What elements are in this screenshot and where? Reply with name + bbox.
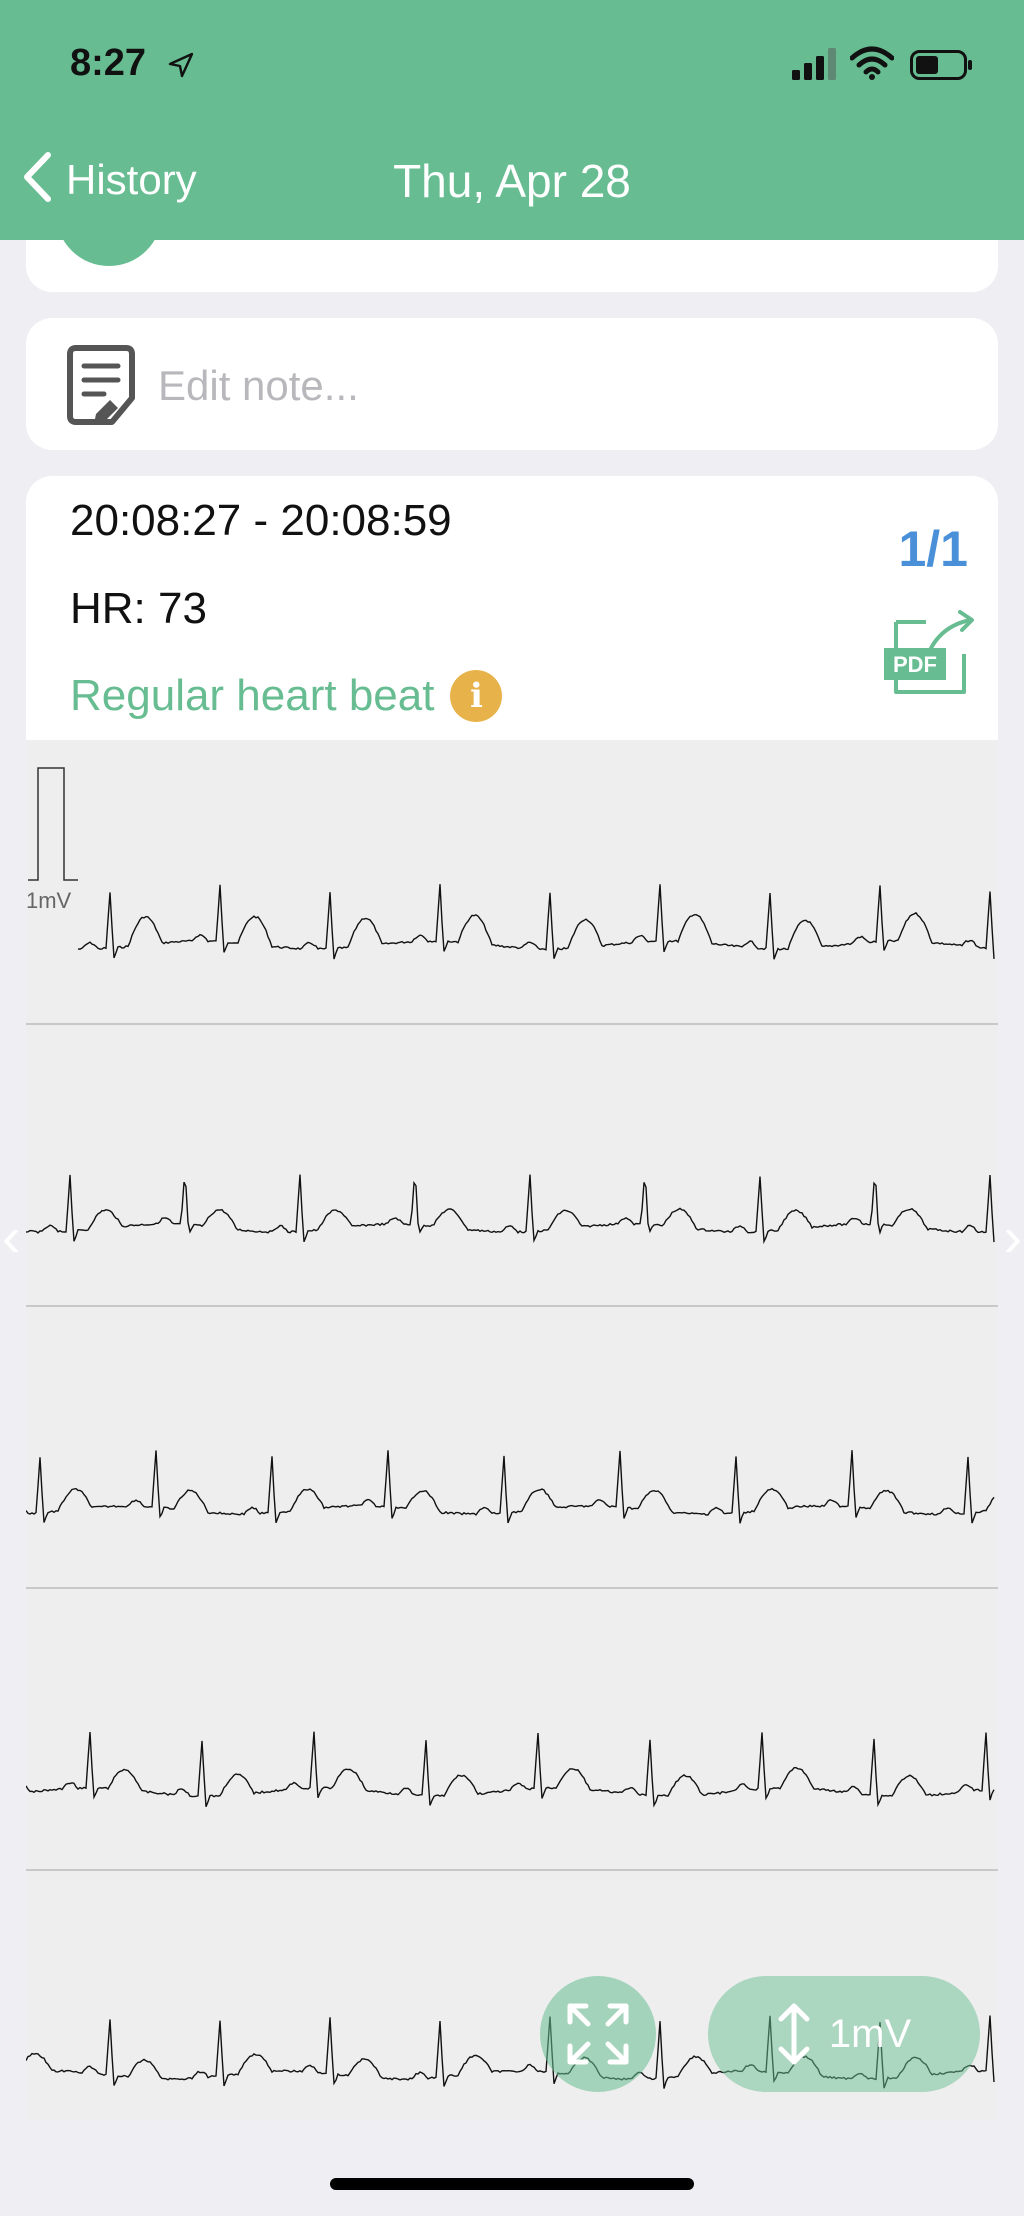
battery-icon xyxy=(910,50,974,85)
status-time: 8:27 xyxy=(70,42,147,84)
ecg-trace-3 xyxy=(26,1450,995,1524)
wifi-icon xyxy=(849,46,895,85)
ecg-trace-1 xyxy=(77,884,995,960)
rhythm-result-label: Regular heart beat xyxy=(70,671,435,720)
ecg-trace-4 xyxy=(26,1731,995,1808)
pdf-export-icon: PDF xyxy=(884,610,974,694)
location-arrow-icon xyxy=(168,52,194,83)
calibration-pulse xyxy=(28,767,78,881)
home-indicator[interactable] xyxy=(330,2178,694,2190)
note-edit-icon xyxy=(66,344,136,431)
recording-time-range: 20:08:27 - 20:08:59 xyxy=(70,496,452,545)
ecg-chart[interactable]: 1mV xyxy=(26,740,998,2120)
pdf-export-button[interactable]: PDF xyxy=(882,606,978,703)
svg-text:PDF: PDF xyxy=(893,652,937,677)
expand-icon xyxy=(567,2003,629,2065)
next-page-arrow-icon[interactable]: › xyxy=(1003,1204,1022,1269)
amplitude-scale-button[interactable]: 1mV xyxy=(708,1976,980,2092)
cellular-signal-icon xyxy=(792,48,838,85)
page-title: Thu, Apr 28 xyxy=(393,155,631,207)
page-indicator: 1/1 xyxy=(898,521,968,577)
scale-label: 1mV xyxy=(828,2011,912,2056)
recording-info-card: 20:08:27 - 20:08:59 HR: 73 Regular heart… xyxy=(26,476,998,740)
navigation-header: 8:27 History Thu, Apr 28 xyxy=(0,0,1024,240)
calibration-label: 1mV xyxy=(26,888,72,913)
info-icon[interactable]: i xyxy=(450,670,503,722)
heart-rate-value: HR: 73 xyxy=(70,584,207,633)
rhythm-result: Regular heart beat i xyxy=(70,670,503,722)
ecg-traces xyxy=(26,767,998,2089)
vertical-arrows-icon xyxy=(778,2003,810,2065)
note-placeholder: Edit note... xyxy=(158,362,359,409)
previous-page-arrow-icon[interactable]: ‹ xyxy=(2,1204,21,1269)
ecg-trace-2 xyxy=(26,1174,995,1245)
fullscreen-button[interactable] xyxy=(540,1976,656,2092)
note-field[interactable]: Edit note... xyxy=(26,318,998,450)
